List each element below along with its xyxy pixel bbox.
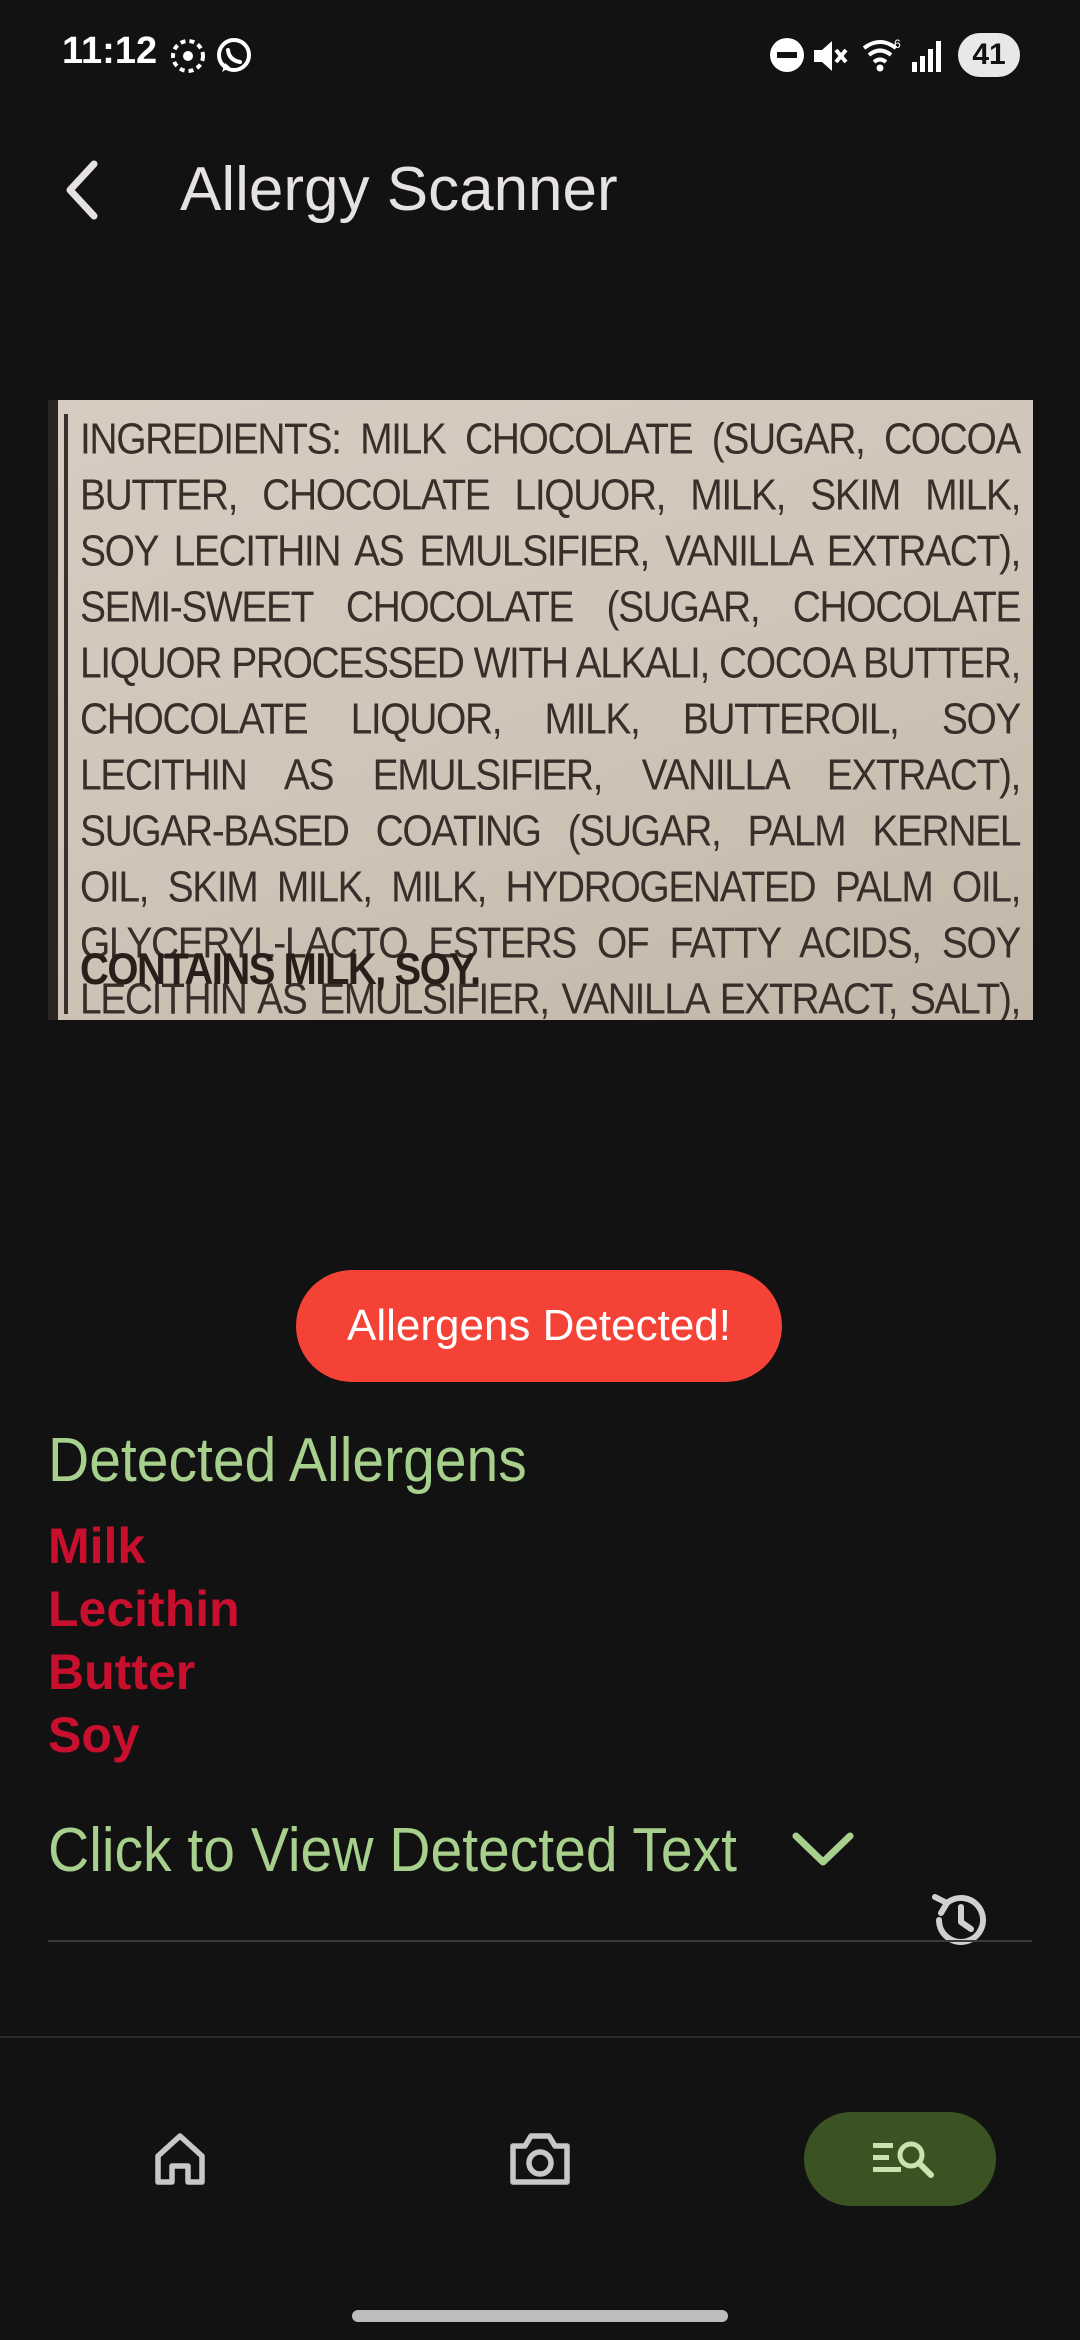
allergen-item: Milk [48,1518,146,1574]
do-not-disturb-icon [768,36,806,79]
divider [48,1940,1032,1942]
page-title: Allergy Scanner [180,155,618,224]
nav-home[interactable] [80,2108,280,2208]
allergen-list: Milk Lecithin Butter Soy [48,1515,240,1767]
screen: 11:12 6 41 Allergy Scanner INGREDIENTS: … [0,0,1080,2340]
mute-icon [810,36,850,81]
search-list-icon [873,2141,934,2178]
home-icon [155,2133,205,2185]
allergens-detected-badge: Allergens Detected! [296,1270,782,1382]
allergen-item: Butter [48,1644,196,1700]
battery-indicator: 41 [958,33,1020,77]
image-edge [48,400,58,1020]
signal-icon [910,36,946,79]
nav-scan-results[interactable] [804,2108,1004,2208]
camera-icon [510,2133,570,2185]
view-detected-text-toggle[interactable]: Click to View Detected Text [48,1810,854,1890]
view-detected-text-label: Click to View Detected Text [48,1815,738,1885]
label-ingredients-text: INGREDIENTS: MILK CHOCOLATE (SUGAR, COCO… [80,415,1021,1020]
allergen-item: Soy [48,1707,140,1763]
bottom-navigation [0,2038,1080,2268]
svg-text:6: 6 [894,37,901,51]
whatsapp-icon [214,36,254,81]
status-time: 11:12 [62,30,158,72]
chevron-left-icon [66,160,98,220]
history-icon [932,1894,986,1945]
allergen-item: Lecithin [48,1581,240,1637]
chevron-down-icon [788,1818,858,1878]
label-contains-text: CONTAINS MILK, SOY. [80,945,481,995]
scanned-label-image: INGREDIENTS: MILK CHOCOLATE (SUGAR, COCO… [48,400,1033,1020]
back-button[interactable] [50,150,120,230]
status-bar: 11:12 6 41 [0,0,1080,110]
gesture-navigation-bar[interactable] [352,2310,728,2322]
label-border [64,414,68,1014]
loading-icon [168,36,208,81]
nav-camera[interactable] [440,2108,640,2208]
history-button[interactable] [925,1885,995,1955]
wifi-icon: 6 [860,36,904,81]
detected-allergens-heading: Detected Allergens [48,1426,527,1495]
